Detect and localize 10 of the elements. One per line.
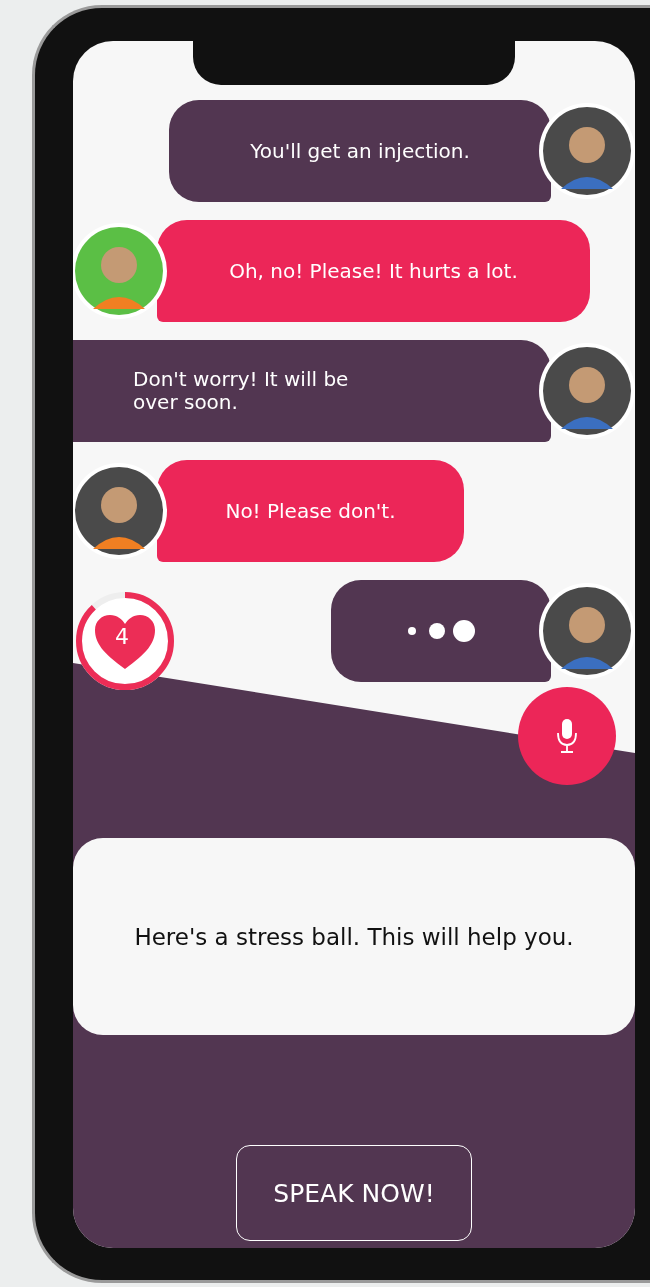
typing-dots-icon: [406, 618, 476, 644]
message-text: No! Please don't.: [225, 499, 396, 523]
prompt-text: Here's a stress ball. This will help you.: [134, 923, 574, 950]
microphone-icon: [556, 718, 578, 754]
lives-count: 4: [115, 623, 129, 651]
message-text: Don't worry! It will be over soon.: [133, 368, 350, 414]
heart-icon: [93, 613, 157, 671]
message-text: You'll get an injection.: [250, 139, 470, 163]
message-text: Oh, no! Please! It hurts a lot.: [229, 259, 518, 283]
speak-now-button[interactable]: SPEAK NOW!: [236, 1145, 472, 1241]
